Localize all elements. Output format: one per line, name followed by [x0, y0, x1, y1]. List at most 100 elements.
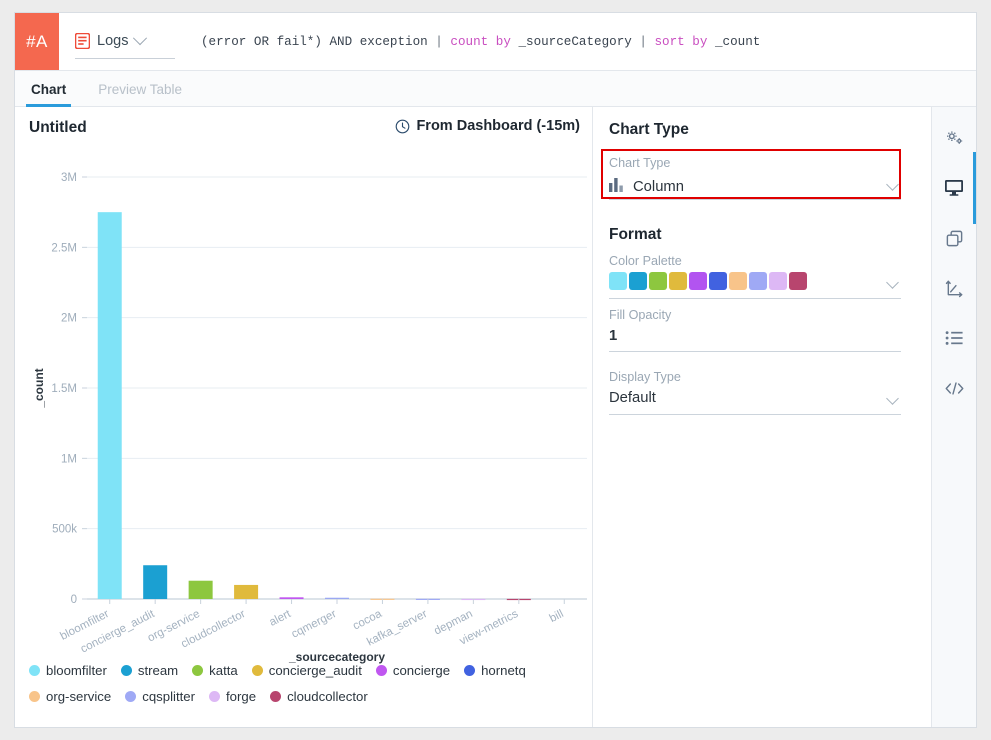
source-type-picker[interactable]: Logs [75, 24, 175, 59]
legend-label: cloudcollector [287, 689, 368, 704]
chart-type-heading: Chart Type [609, 121, 689, 139]
legend-item[interactable]: katta [192, 663, 238, 678]
logs-icon [75, 33, 90, 49]
settings-gears-icon [945, 129, 964, 148]
main-area: Untitled From Dashboard (-15m) 0500k1M1.… [15, 107, 976, 727]
x-tick-label: cqmerger [290, 608, 339, 641]
y-tick-label: 1.5M [51, 383, 77, 395]
legend-label: stream [138, 663, 178, 678]
monitor-display-icon [944, 179, 964, 197]
display-type-select[interactable]: Default [609, 389, 901, 415]
chart-pane: Untitled From Dashboard (-15m) 0500k1M1.… [15, 107, 593, 727]
legend-label: org-service [46, 689, 111, 704]
color-swatch [689, 272, 707, 290]
settings-gears-icon-button[interactable] [932, 113, 976, 163]
query-token: count by [450, 35, 518, 49]
legend-color-dot [121, 665, 132, 676]
legend-label: forge [226, 689, 256, 704]
legend-color-dot [125, 691, 136, 702]
x-tick-label: cocoa [351, 608, 384, 633]
chart-type-select[interactable]: Column [609, 175, 901, 200]
axes-icon [945, 279, 964, 298]
source-type-label: Logs [97, 33, 128, 49]
y-tick-label: 2M [61, 313, 77, 325]
tab-preview-table[interactable]: Preview Table [82, 82, 198, 106]
legend-item[interactable]: concierge_audit [252, 663, 362, 678]
color-swatch [769, 272, 787, 290]
fill-opacity-value: 1 [609, 328, 617, 344]
query-token: _sourceCategory [518, 35, 639, 49]
legend-color-dot [376, 665, 387, 676]
legend-item[interactable]: bloomfilter [29, 663, 107, 678]
chart-type-value: Column [633, 179, 684, 195]
chart-header: Untitled From Dashboard (-15m) [15, 107, 592, 149]
legend-label: hornetq [481, 663, 526, 678]
clock-icon [395, 119, 410, 134]
panel-icon-rail [932, 107, 976, 727]
query-bar: #A Logs (error OR fail*) AND exception |… [15, 13, 976, 71]
legend-color-dot [252, 665, 263, 676]
list-icon [945, 330, 964, 346]
display-type-label: Display Type [609, 370, 681, 384]
legend-item[interactable]: forge [209, 689, 256, 704]
code-icon-button[interactable] [932, 363, 976, 413]
color-palette-swatches [609, 272, 901, 290]
fill-opacity-label: Fill Opacity [609, 308, 671, 322]
color-palette-select[interactable] [609, 272, 901, 299]
x-tick-label: bill [548, 608, 566, 625]
color-swatch [609, 272, 627, 290]
monitor-display-icon-button[interactable] [932, 163, 976, 213]
chevron-down-icon [886, 392, 899, 405]
legend-color-dot [29, 691, 40, 702]
bar [143, 565, 167, 599]
legend-color-dot [192, 665, 203, 676]
query-badge: #A [15, 13, 59, 70]
color-swatch [789, 272, 807, 290]
query-token: sort by [655, 35, 715, 49]
legend-color-dot [29, 665, 40, 676]
query-input[interactable]: (error OR fail*) AND exception | count b… [201, 13, 968, 70]
chart-svg: 0500k1M1.5M2M2.5M3M_countbloomfilterconc… [15, 149, 593, 669]
display-type-value: Default [609, 390, 656, 406]
format-heading: Format [609, 226, 662, 244]
bar-chart-plot[interactable]: 0500k1M1.5M2M2.5M3M_countbloomfilterconc… [15, 149, 593, 669]
color-palette-label: Color Palette [609, 254, 682, 268]
x-axis-title: _sourcecategory [288, 650, 385, 664]
bar [189, 581, 213, 599]
y-tick-label: 1M [61, 453, 77, 465]
chart-title[interactable]: Untitled [29, 119, 87, 137]
legend-item[interactable]: stream [121, 663, 178, 678]
legend-label: katta [209, 663, 238, 678]
legend-item[interactable]: concierge [376, 663, 450, 678]
color-swatch [729, 272, 747, 290]
layers-icon-button[interactable] [932, 213, 976, 263]
legend-item[interactable]: cqsplitter [125, 689, 195, 704]
query-chart-window: #A Logs (error OR fail*) AND exception |… [14, 12, 977, 728]
bar [98, 212, 122, 599]
y-tick-label: 3M [61, 172, 77, 184]
legend-item[interactable]: hornetq [464, 663, 526, 678]
fill-opacity-input[interactable]: 1 [609, 327, 901, 352]
bar [325, 598, 349, 599]
tab-chart[interactable]: Chart [15, 82, 82, 106]
chevron-down-icon [886, 178, 899, 191]
code-icon [944, 381, 965, 396]
query-token: _count [715, 35, 760, 49]
legend-item[interactable]: cloudcollector [270, 689, 368, 704]
color-swatch [749, 272, 767, 290]
legend-label: bloomfilter [46, 663, 107, 678]
color-swatch [649, 272, 667, 290]
axes-icon-button[interactable] [932, 263, 976, 313]
legend-label: concierge_audit [269, 663, 362, 678]
y-tick-label: 2.5M [51, 242, 77, 254]
legend-color-dot [209, 691, 220, 702]
query-token: | [435, 35, 450, 49]
query-token: (error OR fail*) AND exception [201, 35, 435, 49]
legend-label: concierge [393, 663, 450, 678]
legend-item[interactable]: org-service [29, 689, 111, 704]
list-icon-button[interactable] [932, 313, 976, 363]
layers-icon [945, 229, 964, 248]
time-range-label[interactable]: From Dashboard (-15m) [395, 118, 580, 134]
color-swatch [709, 272, 727, 290]
chart-type-field-label: Chart Type [609, 156, 670, 170]
